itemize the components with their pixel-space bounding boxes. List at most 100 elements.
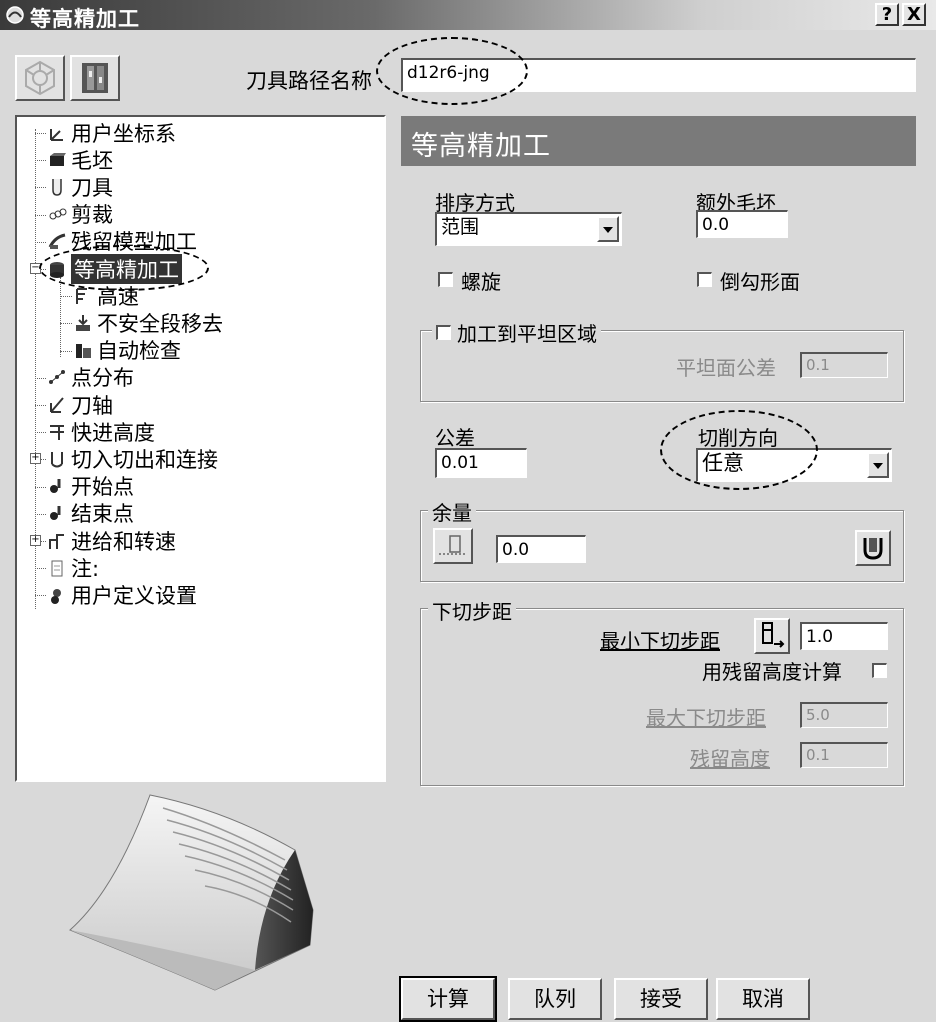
max-stepdown-label: 最大下切步距 [646,706,766,730]
flat-tolerance-label: 平坦面公差 [676,356,776,380]
tree-item-label: 点分布 [71,366,134,391]
stepdown-group-title: 下切步距 [428,596,516,625]
cut-direction-select[interactable]: 任意 [696,448,892,482]
tree-item-label: 注: [71,556,100,581]
tree-item[interactable]: 等高精加工 [47,253,182,284]
tree-item[interactable]: 结束点 [47,500,134,527]
tree-item[interactable]: 进给和转速 [47,527,176,554]
stepdown-calc-button[interactable] [754,618,790,654]
flat-area-checkbox[interactable] [436,325,451,340]
tree-item-label: 快进高度 [71,420,155,445]
allowance-toggle-button[interactable] [433,528,473,564]
tree-item-label: 开始点 [71,475,134,500]
max-stepdown-input: 5.0 [800,702,888,728]
tree-item-label: 不安全段移去 [97,311,223,336]
min-stepdown-label[interactable]: 最小下切步距 [600,625,720,654]
spiral-label: 螺旋 [461,270,501,294]
queue-button[interactable]: 队列 [508,978,602,1020]
undercut-checkbox[interactable] [697,272,712,287]
chevron-down-icon[interactable] [867,452,889,478]
tree-item[interactable]: 用户坐标系 [47,119,176,146]
rest-model-icon [48,233,66,250]
cut-direction-label: 切削方向 [698,426,778,450]
use-cusp-checkbox[interactable] [872,663,887,678]
tree-item[interactable]: 毛坯 [47,146,113,173]
tree-expander[interactable]: + [30,535,41,546]
path-name-label: 刀具路径名称 [246,69,372,93]
tree-item[interactable]: 自动检查 [73,337,181,364]
use-cusp-label: 用残留高度计算 [702,660,842,684]
ordering-value: 范围 [441,216,480,238]
allowance-input[interactable]: 0.0 [496,535,586,563]
component-thickness-icon [863,538,883,560]
tree-item-label: 毛坯 [71,148,113,173]
end-point-icon [50,506,61,521]
cancel-button[interactable]: 取消 [716,978,810,1020]
tree-item[interactable]: 切入切出和连接 [47,445,218,472]
tree-item-label: 用户定义设置 [71,583,197,608]
constant-z-icon [50,261,64,278]
tree-item[interactable]: 不安全段移去 [73,309,223,336]
tree-expander[interactable]: − [30,263,41,274]
path-name-input[interactable]: d12r6-jng [401,58,916,92]
min-stepdown-input[interactable]: 1.0 [800,622,888,650]
ordering-select[interactable]: 范围 [435,212,622,246]
tree-item[interactable]: 用户定义设置 [47,581,197,608]
tree-item-label: 残留模型加工 [71,230,197,255]
component-allowance-button[interactable] [855,530,891,566]
chevron-down-icon[interactable] [597,216,619,242]
rapid-height-icon [50,424,64,440]
tree-item[interactable]: 刀具 [47,173,113,200]
tree-item[interactable]: 残留模型加工 [47,228,197,255]
gear-icon [25,60,55,96]
tree-item[interactable]: 快进高度 [47,418,155,445]
high-speed-icon [76,287,87,304]
flat-tolerance-input[interactable]: 0.1 [800,352,888,378]
spiral-checkbox[interactable] [438,272,453,287]
notes-icon [51,560,63,577]
panel-header: 等高精加工 [401,116,916,166]
start-point-icon [50,479,61,494]
cut-direction-value: 任意 [702,451,744,475]
tree-item[interactable]: 开始点 [47,473,134,500]
preview-image [69,794,314,991]
allowance-group-title: 余量 [428,497,476,526]
stepdown-tool-icon [762,622,785,648]
cusp-height-label: 残留高度 [690,747,770,771]
machine-button[interactable] [15,55,65,101]
calculate-button[interactable]: 计算 [399,976,497,1022]
ucs-icon [50,128,63,141]
tree-item-label: 高速 [97,284,139,309]
tree-item-label: 切入切出和连接 [71,447,218,472]
tree-item[interactable]: 点分布 [47,364,134,391]
tree-item-label: 结束点 [71,502,134,527]
tolerance-input[interactable]: 0.01 [435,448,527,478]
tool-icon [52,178,62,196]
tool-axis-icon [50,396,64,413]
close-button[interactable]: X [902,3,926,26]
tolerance-label: 公差 [435,426,475,450]
tree-item[interactable]: 注: [47,554,99,581]
help-button[interactable]: ? [875,3,899,26]
tree-item[interactable]: 刀轴 [47,391,113,418]
tree-item[interactable]: 高速 [73,282,139,309]
point-distribution-icon [49,370,65,385]
stock-icon [50,152,66,166]
tree-item[interactable]: 剪裁 [47,201,113,228]
allowance-group [420,510,904,582]
window-title: 等高精加工 [30,7,140,31]
auto-check-icon [76,344,91,359]
thumbnail-button[interactable] [70,55,120,101]
unsafe-segment-icon [76,314,90,331]
tree-item-label: 刀轴 [71,393,113,418]
app-icon [6,6,24,24]
extra-stock-input[interactable]: 0.0 [696,210,788,238]
cusp-height-input: 0.1 [800,742,888,768]
tree-expander[interactable]: + [30,453,41,465]
trim-icon [49,208,67,220]
strategy-tree[interactable]: 用户坐标系 毛坯 刀具 剪裁 残留模型加工 − 等高精加工 高速 不安全段移去 自动检查 点分布 刀轴… [15,115,386,782]
tree-item-label: 用户坐标系 [71,121,176,146]
title-bar: 等高精加工 ? X [0,0,936,31]
accept-button[interactable]: 接受 [614,978,708,1020]
thickness-icon [439,535,467,555]
